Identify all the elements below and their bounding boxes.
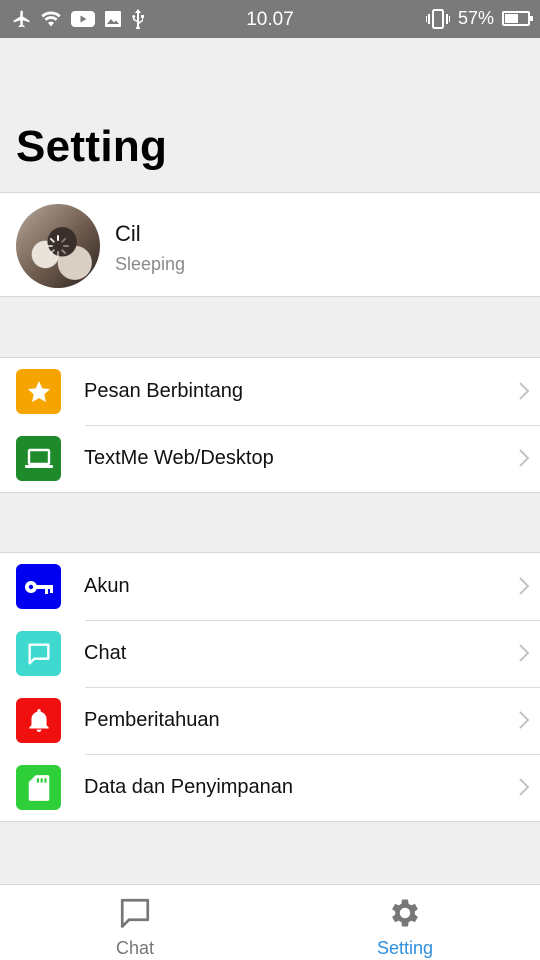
chevron-right-icon (519, 644, 530, 662)
battery-icon (502, 11, 533, 26)
chevron-right-icon (519, 449, 530, 467)
tab-label: Chat (115, 938, 155, 958)
battery-percent: 57% (457, 8, 494, 28)
settings-group-2: Akun Chat Pemberitahuan Data dan Penyimp… (0, 552, 540, 822)
chat-tile (16, 631, 61, 676)
account-tile (16, 564, 61, 609)
tab-setting[interactable]: Setting (270, 885, 540, 960)
chevron-right-icon (519, 778, 530, 796)
tab-chat[interactable]: Chat (0, 885, 270, 960)
row-label: Akun (84, 575, 130, 597)
avatar[interactable] (16, 204, 100, 288)
web-desktop-tile (16, 436, 61, 481)
row-data-penyimpanan[interactable]: Data dan Penyimpanan (0, 754, 540, 821)
key-icon (24, 580, 53, 594)
row-label: Pesan Berbintang (84, 380, 244, 402)
row-label: Chat (84, 642, 127, 664)
data-storage-tile (16, 765, 61, 810)
profile-card[interactable]: Cil Sleeping (0, 192, 540, 297)
row-akun[interactable]: Akun (0, 553, 540, 620)
settings-group-1: Pesan Berbintang TextMe Web/Desktop (0, 357, 540, 493)
row-textme-web[interactable]: TextMe Web/Desktop (0, 425, 540, 492)
vibrate-icon (425, 8, 450, 29)
row-label: TextMe Web/Desktop (84, 447, 274, 469)
starred-messages-tile (16, 369, 61, 414)
status-bar: 10.07 57% (0, 0, 540, 38)
row-pesan-berbintang[interactable]: Pesan Berbintang (0, 358, 540, 425)
laptop-icon (24, 448, 53, 468)
chevron-right-icon (519, 711, 530, 729)
bottom-tab-bar: Chat Setting (0, 884, 540, 960)
loading-spinner-icon (47, 235, 69, 257)
star-icon (27, 380, 50, 402)
page-title: Setting (16, 122, 168, 171)
status-icons-right: 57% (425, 8, 533, 29)
notifications-tile (16, 698, 61, 743)
chevron-right-icon (519, 577, 530, 595)
bell-icon (28, 708, 49, 732)
chat-bubble-icon (28, 643, 49, 664)
profile-status: Sleeping (115, 254, 186, 274)
sd-card-icon (28, 774, 49, 801)
chevron-right-icon (519, 382, 530, 400)
row-chat[interactable]: Chat (0, 620, 540, 687)
row-label: Data dan Penyimpanan (84, 776, 294, 798)
profile-name: Cil (115, 221, 141, 246)
row-pemberitahuan[interactable]: Pemberitahuan (0, 687, 540, 754)
row-label: Pemberitahuan (84, 709, 220, 731)
gear-icon (392, 899, 418, 927)
tab-label: Setting (376, 938, 434, 958)
chat-bubble-icon (120, 898, 150, 928)
